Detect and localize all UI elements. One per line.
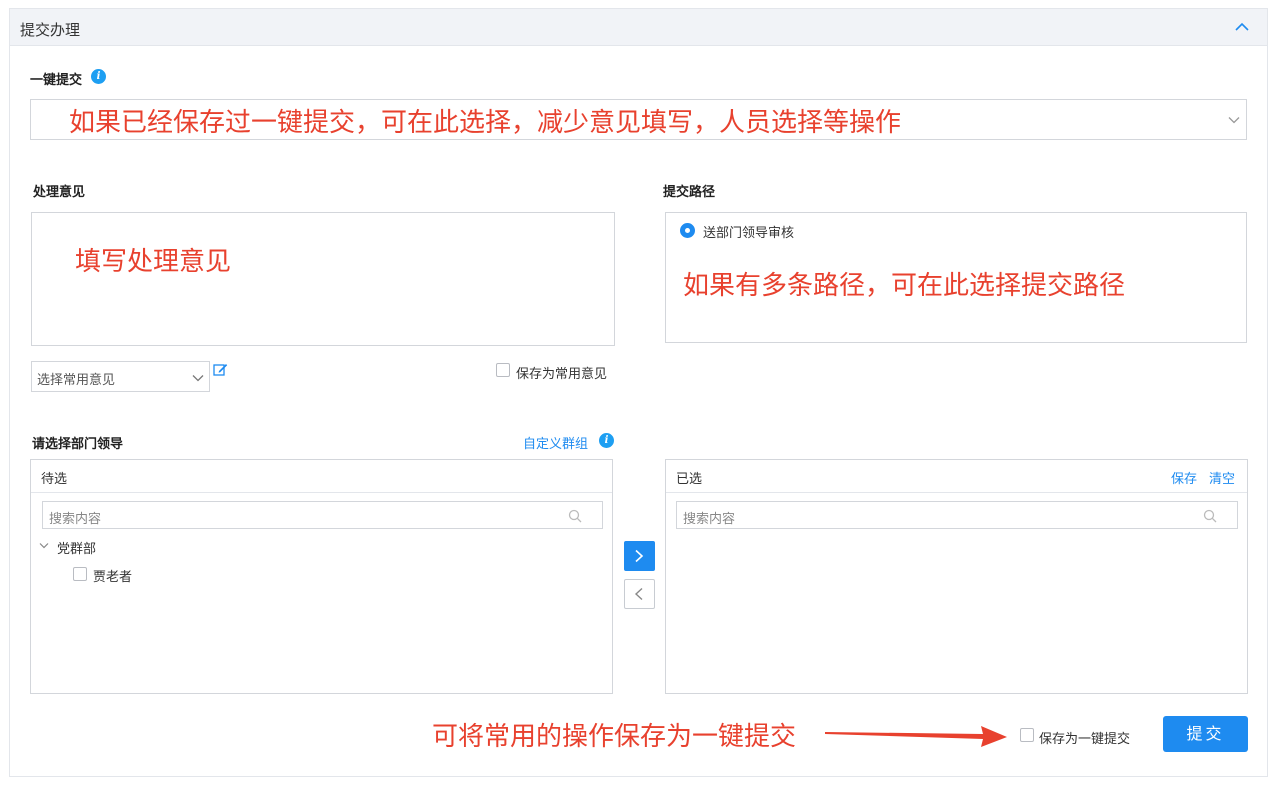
path-radio[interactable] <box>680 223 695 238</box>
selected-search-placeholder: 搜索内容 <box>683 512 736 527</box>
selected-list: 已选 保存 清空 搜索内容 <box>665 459 1248 694</box>
submit-button[interactable]: 提交 <box>1163 716 1248 752</box>
move-left-button[interactable] <box>624 579 655 609</box>
pending-header: 待选 <box>31 460 612 493</box>
annotation-path: 如果有多条路径，可在此选择提交路径 <box>683 271 1126 301</box>
one-click-label: 一键提交 <box>30 73 83 88</box>
panel-header[interactable]: 提交办理 <box>9 8 1268 46</box>
custom-group-link[interactable]: 自定义群组 <box>523 433 588 452</box>
search-icon[interactable] <box>568 509 582 523</box>
save-common-opinion-label: 保存为常用意见 <box>516 367 608 382</box>
pending-search-input[interactable]: 搜索内容 <box>42 501 603 529</box>
chevron-up-icon[interactable] <box>1235 22 1249 32</box>
panel-title: 提交办理 <box>20 21 81 39</box>
annotation-footer: 可将常用的操作保存为一键提交 <box>432 722 797 752</box>
chevron-right-icon <box>635 549 644 563</box>
save-selected-link[interactable]: 保存 <box>1171 468 1197 487</box>
save-one-click-label: 保存为一键提交 <box>1039 732 1131 747</box>
move-right-button[interactable] <box>624 541 655 571</box>
chevron-down-icon[interactable] <box>39 542 49 549</box>
edit-icon[interactable] <box>213 362 228 377</box>
member-checkbox[interactable] <box>73 567 87 581</box>
save-common-opinion-checkbox[interactable] <box>496 363 510 377</box>
opinion-textarea[interactable] <box>31 212 615 346</box>
chevron-down-icon <box>1228 117 1240 124</box>
clear-selected-link[interactable]: 清空 <box>1209 468 1235 487</box>
leader-label: 请选择部门领导 <box>32 437 124 452</box>
search-icon[interactable] <box>1203 509 1217 523</box>
pending-search-placeholder: 搜索内容 <box>49 512 102 527</box>
pending-list: 待选 搜索内容 党群部 贾老者 <box>30 459 613 694</box>
save-one-click-checkbox[interactable] <box>1020 728 1034 742</box>
info-icon[interactable]: i <box>599 433 614 448</box>
common-opinion-select-value: 选择常用意见 <box>37 373 116 388</box>
selected-header: 已选 保存 清空 <box>666 460 1247 493</box>
chevron-down-icon <box>192 375 204 382</box>
path-label: 提交路径 <box>663 185 716 200</box>
info-icon[interactable]: i <box>91 69 106 84</box>
member-label[interactable]: 贾老者 <box>93 566 132 585</box>
opinion-label: 处理意见 <box>33 185 86 200</box>
annotation-opinion: 填写处理意见 <box>75 247 232 277</box>
chevron-left-icon <box>634 587 643 601</box>
selected-title: 已选 <box>676 472 703 487</box>
annotation-one-click: 如果已经保存过一键提交，可在此选择，减少意见填写，人员选择等操作 <box>69 108 902 138</box>
common-opinion-select[interactable]: 选择常用意见 <box>31 361 210 392</box>
pending-title: 待选 <box>41 472 68 487</box>
tree-group-label[interactable]: 党群部 <box>57 538 96 557</box>
path-option-label[interactable]: 送部门领导审核 <box>703 222 794 241</box>
annotation-arrow <box>825 726 1007 747</box>
selected-search-input[interactable]: 搜索内容 <box>676 501 1238 529</box>
